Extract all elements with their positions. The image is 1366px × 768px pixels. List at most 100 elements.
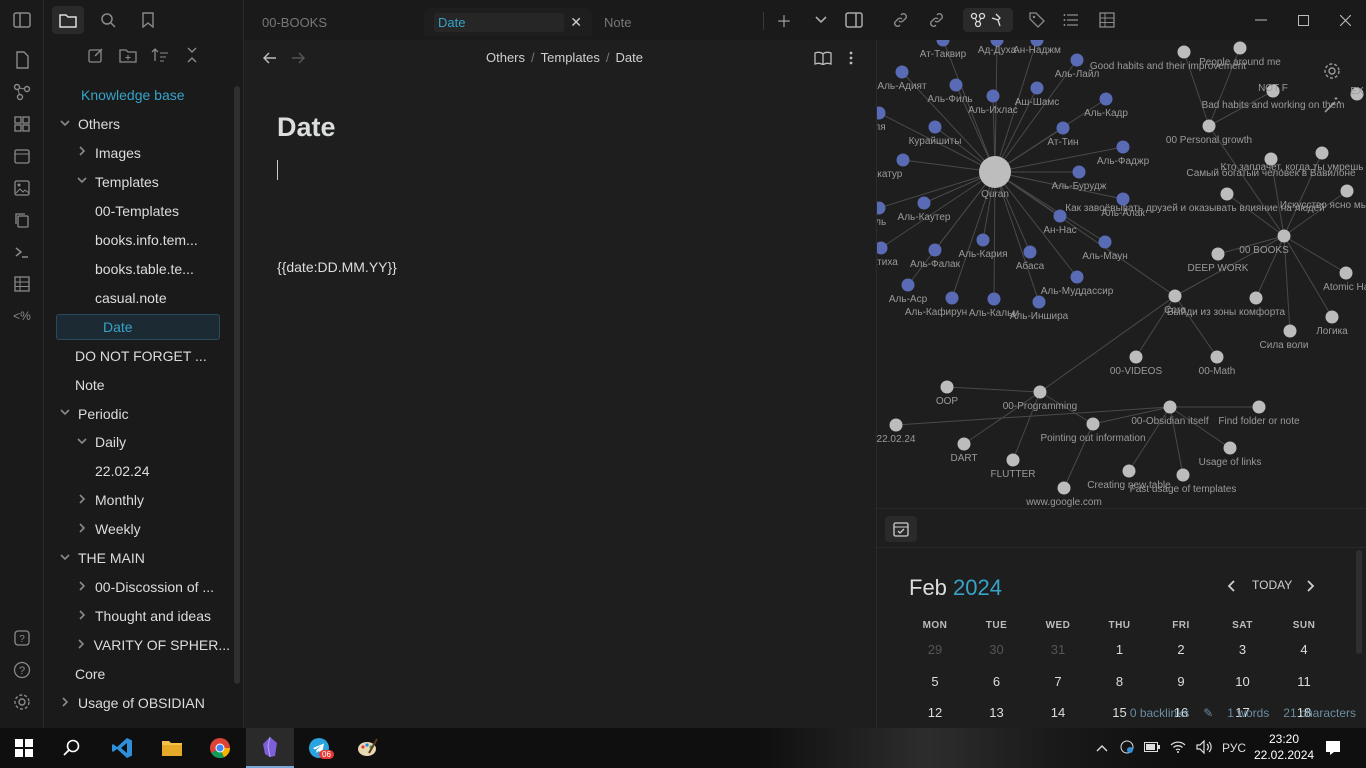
chevron-right-icon[interactable] [75, 146, 89, 159]
paint-icon[interactable] [344, 728, 392, 768]
calendar-day[interactable]: 4 [1274, 642, 1334, 657]
graph-node[interactable] [1223, 441, 1237, 455]
graph-node[interactable] [1099, 92, 1113, 106]
tree-item[interactable]: Core [75, 661, 230, 687]
graph-node[interactable] [895, 65, 909, 79]
graph-icon[interactable] [12, 82, 32, 102]
chevron-right-icon[interactable] [75, 494, 89, 507]
tab-00-books[interactable]: 00-BOOKS [252, 8, 422, 36]
question-icon[interactable]: ? [12, 660, 32, 680]
file-icon[interactable] [12, 50, 32, 70]
chevron-down-icon[interactable] [75, 176, 89, 187]
chevron-left-icon[interactable] [1227, 580, 1235, 595]
tree-item[interactable]: DO NOT FORGET ... [75, 343, 230, 369]
graph-node[interactable] [949, 78, 963, 92]
graph-node[interactable] [986, 89, 1000, 103]
note-title[interactable]: Date [277, 112, 336, 143]
collapse-icon[interactable] [181, 44, 203, 66]
magic-wand-icon[interactable] [1323, 96, 1341, 119]
new-folder-icon[interactable] [117, 44, 139, 66]
more-options-icon[interactable] [841, 48, 861, 68]
forward-arrow-icon[interactable] [288, 48, 308, 68]
windows-start-icon[interactable] [0, 728, 48, 768]
search-icon[interactable] [92, 6, 124, 34]
tree-item[interactable]: Images [75, 140, 230, 166]
bookmark-icon[interactable] [132, 6, 164, 34]
template-icon[interactable]: <% [12, 306, 32, 326]
table-icon[interactable] [1093, 8, 1121, 32]
calendar-day[interactable]: 7 [1028, 674, 1088, 689]
graph-node[interactable] [1098, 235, 1112, 249]
tags-icon[interactable] [1023, 8, 1051, 32]
graph-node[interactable] [1116, 140, 1130, 154]
graph-node[interactable] [979, 156, 1011, 188]
graph-node[interactable] [1006, 453, 1020, 467]
tree-item[interactable]: casual.note [95, 285, 230, 311]
vault-name[interactable]: Knowledge base [81, 87, 185, 103]
graph-node[interactable] [1177, 45, 1191, 59]
maximize-icon[interactable] [1289, 8, 1317, 32]
graph-node[interactable] [896, 153, 910, 167]
graph-node[interactable] [1252, 400, 1266, 414]
folder-icon[interactable] [52, 6, 84, 34]
tree-item[interactable]: Weekly [75, 516, 230, 542]
reading-view-icon[interactable] [813, 48, 833, 68]
graph-node[interactable] [1030, 81, 1044, 95]
chevron-up-icon[interactable] [1096, 741, 1108, 755]
tree-item[interactable]: Templates [75, 169, 230, 195]
back-arrow-icon[interactable] [260, 48, 280, 68]
help-icon[interactable]: ? [12, 628, 32, 648]
graph-node[interactable] [1032, 295, 1046, 309]
clock[interactable]: 23:20 22.02.2024 [1254, 731, 1314, 763]
graph-node[interactable] [928, 120, 942, 134]
graph-node[interactable] [936, 40, 950, 47]
sidebar-toggle-icon[interactable] [12, 10, 32, 30]
graph-node[interactable] [928, 243, 942, 257]
graph-node[interactable] [1070, 270, 1084, 284]
tab-note[interactable]: Note [594, 8, 754, 36]
calendar-day[interactable]: 3 [1213, 642, 1273, 657]
tab-date[interactable]: Date ✕ [424, 8, 592, 36]
tree-item[interactable]: Daily [75, 429, 230, 455]
calendar-icon[interactable] [12, 146, 32, 166]
calendar-day[interactable]: 6 [967, 674, 1027, 689]
copy-icon[interactable] [12, 210, 32, 230]
graph-node[interactable] [1163, 400, 1177, 414]
graph-node[interactable] [1325, 310, 1339, 324]
right-sidebar-toggle-icon[interactable] [844, 10, 864, 30]
graph-node[interactable] [940, 380, 954, 394]
close-window-icon[interactable] [1331, 8, 1359, 32]
graph-node[interactable] [917, 196, 931, 210]
tree-item[interactable]: 00-Discossion of ... [75, 574, 230, 600]
calendar-day[interactable]: 11 [1274, 674, 1334, 689]
graph-node[interactable] [1023, 245, 1037, 259]
calendar-day[interactable]: 10 [1213, 674, 1273, 689]
telegram-icon[interactable]: 06 [295, 728, 343, 768]
language-indicator[interactable]: РУС [1222, 741, 1246, 755]
calendar-day[interactable]: 13 [967, 705, 1027, 720]
tree-item[interactable]: Usage of OBSIDIAN [58, 690, 230, 716]
vscode-icon[interactable] [98, 728, 146, 768]
image-icon[interactable] [12, 178, 32, 198]
new-note-icon[interactable] [85, 44, 107, 66]
note-body[interactable]: {{date:DD.MM.YY}} [277, 259, 397, 275]
calendar-day[interactable]: 5 [905, 674, 965, 689]
graph-node[interactable] [1072, 165, 1086, 179]
graph-node[interactable] [877, 241, 888, 255]
outline-icon[interactable] [1057, 8, 1085, 32]
chevron-down-icon[interactable] [58, 408, 72, 419]
graph-node[interactable] [987, 292, 1001, 306]
table-icon[interactable] [12, 274, 32, 294]
terminal-icon[interactable] [12, 242, 32, 262]
graph-node[interactable] [877, 106, 886, 120]
graph-node[interactable] [1129, 350, 1143, 364]
network-info-icon[interactable] [1120, 740, 1134, 757]
graph-node[interactable] [1210, 350, 1224, 364]
tree-item[interactable]: Note [75, 372, 230, 398]
tree-item[interactable]: books.table.te... [95, 256, 230, 282]
calendar-check-icon[interactable] [885, 516, 917, 542]
chevron-down-icon[interactable] [811, 10, 831, 30]
file-explorer-icon[interactable] [148, 728, 196, 768]
backlinks-icon[interactable] [923, 8, 951, 32]
graph-canvas[interactable]: Quran Ат-Такатур Аль-АдиятАль-ФильАль-Ихла… [877, 40, 1366, 508]
